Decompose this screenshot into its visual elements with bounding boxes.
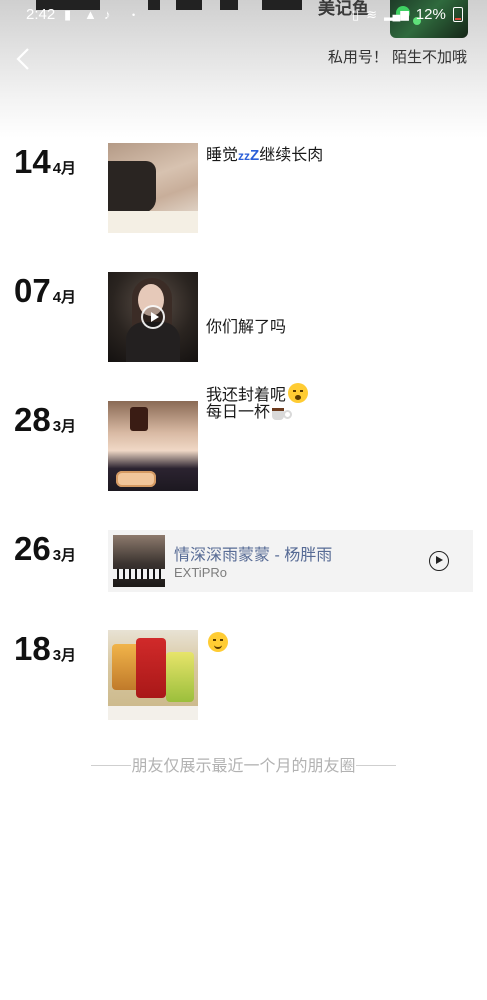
post-date: 28 3月 [14,401,76,439]
battery-icon [452,7,463,22]
post-day: 18 [14,630,51,667]
post-month: 3月 [52,647,77,664]
post-caption: 每日一杯 [206,402,293,424]
music-title: 情深深雨蒙蒙 - 杨胖雨 [174,547,333,564]
post-date: 14 4月 [14,143,76,181]
battery-saver-icon: ▮ [64,7,72,22]
caption-line-1: 你们解了吗 [206,319,287,336]
battery-percent: 12% [415,6,446,23]
hot-beverage-emoji-icon [271,405,293,420]
tiktok-icon: ♪ [104,7,111,22]
status-time: 2:42 [26,6,56,23]
play-icon[interactable] [429,551,449,571]
post-caption: 你们解了吗 我还封着呢 [206,273,309,451]
post-image[interactable] [108,143,198,233]
post-date: 07 4月 [14,272,76,310]
play-icon[interactable] [141,305,165,329]
post-day: 26 [14,530,51,567]
post-image[interactable] [108,630,198,720]
profile-signature: 私用号！ 陌生不加哦 [327,49,467,66]
caption-text: 每日一杯 [206,404,271,421]
music-card[interactable]: 情深深雨蒙蒙 - 杨胖雨 EXTiPRo [108,530,473,592]
post-date: 26 3月 [14,530,76,568]
zzz-emoji-icon: zzZ [238,147,260,164]
status-bar: 2:42 ▮ ▲ ♪ • ▯ ≋ ▂▄▆ 12% [0,6,487,28]
vibrate-icon: ▯ [352,6,360,22]
dot-icon: • [132,10,136,20]
wifi-icon: ≋ [366,6,378,22]
post-caption [206,632,228,656]
post-month: 3月 [52,418,77,435]
post-day: 28 [14,401,51,438]
smiling-face-emoji-icon [208,632,228,652]
back-icon[interactable] [12,46,38,72]
post-date: 18 3月 [14,630,76,668]
post-month: 3月 [52,547,77,564]
divider [91,765,132,766]
music-cover-image [113,535,165,587]
post-month: 4月 [52,289,77,306]
post-day: 07 [14,272,51,309]
surprised-face-emoji-icon [288,383,309,403]
footer-note-text: 朋友仅展示最近一个月的朋友圈 [131,758,356,775]
alert-icon: ▲ [84,7,97,22]
music-artist: EXTiPRo [174,565,227,580]
post-image[interactable] [108,401,198,491]
post-caption: 睡觉zzZ继续长肉 [206,145,323,167]
signal-icon: ▂▄▆ [384,9,409,21]
caption-text-suffix: 继续长肉 [259,147,324,164]
post-month: 4月 [52,160,77,177]
divider [355,765,396,766]
post-video[interactable] [108,272,198,362]
moments-footer-note: 朋友仅展示最近一个月的朋友圈 [0,752,487,776]
caption-text: 睡觉 [206,147,239,164]
post-day: 14 [14,143,51,180]
